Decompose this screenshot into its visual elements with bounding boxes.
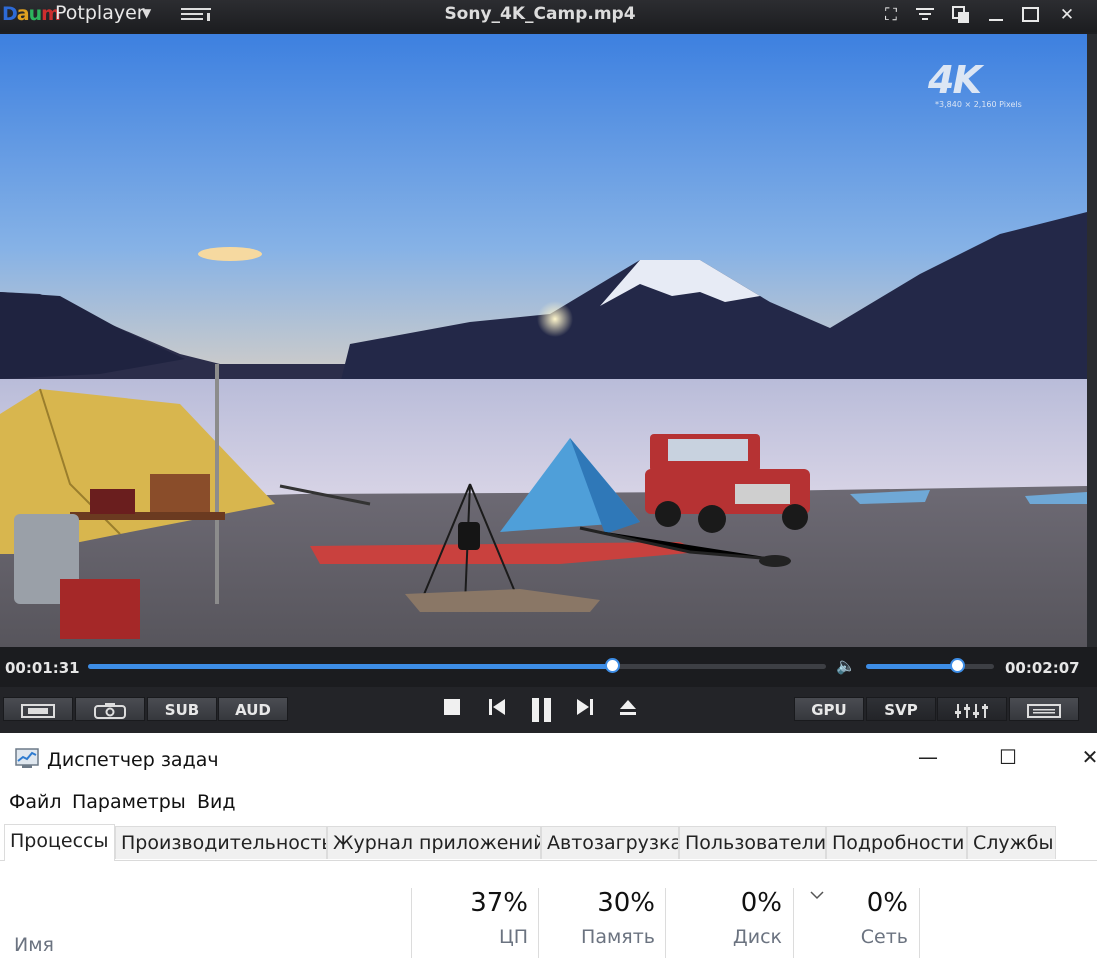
column-divider[interactable] — [919, 888, 920, 958]
tab-services[interactable]: Службы — [967, 826, 1056, 859]
volume-slider[interactable] — [866, 658, 994, 673]
audio-button[interactable]: AUD — [218, 697, 288, 721]
minimize-icon[interactable] — [985, 4, 1007, 26]
disk-percent: 0% — [740, 888, 782, 918]
network-percent: 0% — [866, 888, 908, 918]
svp-button[interactable]: SVP — [866, 697, 936, 721]
column-divider[interactable] — [411, 888, 412, 958]
subtitle-button[interactable]: SUB — [147, 697, 217, 721]
column-disk[interactable]: 0% Диск — [672, 888, 782, 948]
control-bar: SUB AUD GPU SVP — [0, 687, 1097, 733]
daum-logo: Daum — [2, 3, 61, 25]
seek-slider[interactable] — [88, 658, 826, 673]
column-name[interactable]: Имя — [14, 934, 54, 956]
filter-menu-icon[interactable] — [914, 4, 936, 26]
tab-details[interactable]: Подробности — [826, 826, 967, 859]
window-edge — [1087, 34, 1097, 647]
column-divider[interactable] — [538, 888, 539, 958]
video-frame[interactable] — [0, 34, 1087, 647]
app-menu-dropdown-icon[interactable]: ▼ — [142, 6, 151, 20]
column-network[interactable]: 0% Сеть — [800, 888, 908, 948]
next-icon[interactable] — [573, 698, 597, 720]
memory-label: Память — [581, 926, 655, 948]
pause-icon[interactable] — [530, 698, 554, 726]
tab-users[interactable]: Пользователи — [679, 826, 826, 859]
4k-badge: 4K — [928, 58, 982, 102]
close-icon[interactable]: ✕ — [1056, 4, 1078, 26]
menu-options[interactable]: Параметры — [72, 791, 186, 813]
playlist-button[interactable] — [1009, 697, 1079, 721]
maximize-icon[interactable]: ☐ — [993, 745, 1023, 769]
column-divider[interactable] — [793, 888, 794, 958]
tab-processes[interactable]: Процессы — [4, 824, 115, 861]
column-memory[interactable]: 30% Память — [545, 888, 655, 948]
app-name[interactable]: Potplayer — [55, 2, 145, 24]
tab-app-history[interactable]: Журнал приложений — [327, 826, 541, 859]
network-label: Сеть — [860, 926, 908, 948]
seek-bar-area: 00:01:31 🔈 00:02:07 — [0, 647, 1097, 687]
tab-performance[interactable]: Производительность — [115, 826, 327, 859]
window-title: Sony_4K_Camp.mp4 — [444, 4, 636, 24]
maximize-icon[interactable] — [1020, 4, 1042, 26]
column-divider[interactable] — [665, 888, 666, 958]
seek-progress-fill — [88, 664, 612, 669]
tab-bar: Процессы Производительность Журнал прило… — [0, 824, 1097, 861]
time-remaining[interactable]: 00:02:07 — [1005, 659, 1080, 677]
window-title: Диспетчер задач — [47, 749, 219, 771]
memory-percent: 30% — [597, 888, 655, 918]
gpu-button[interactable]: GPU — [794, 697, 864, 721]
eject-icon[interactable] — [616, 698, 640, 720]
disk-label: Диск — [732, 926, 782, 948]
menu-file[interactable]: Файл — [9, 791, 62, 813]
process-column-header: Имя 37% ЦП 30% Память 0% Диск 0% Сеть — [0, 860, 1097, 958]
cpu-label: ЦП — [498, 926, 528, 948]
stop-icon[interactable] — [440, 698, 464, 720]
volume-fill — [866, 664, 957, 669]
pin-window-icon[interactable] — [950, 4, 972, 26]
time-elapsed[interactable]: 00:01:31 — [5, 659, 80, 677]
fullscreen-icon[interactable]: ⛶ — [880, 4, 902, 26]
4k-caption: *3,840 × 2,160 Pixels — [935, 100, 1022, 109]
seek-handle[interactable] — [604, 658, 620, 673]
capture-button[interactable] — [75, 697, 145, 721]
tab-startup[interactable]: Автозагрузка — [541, 826, 679, 859]
volume-icon[interactable]: 🔈 — [836, 656, 856, 675]
playlist-icon[interactable] — [180, 6, 214, 24]
previous-icon[interactable] — [485, 698, 509, 720]
menu-view[interactable]: Вид — [197, 791, 236, 813]
task-manager-window: Диспетчер задач — ☐ ✕ Файл Параметры Вид… — [0, 733, 1097, 958]
column-cpu[interactable]: 37% ЦП — [420, 888, 528, 948]
potplayer-window: Daum Potplayer ▼ Sony_4K_Camp.mp4 ⛶ ✕ 4K… — [0, 0, 1097, 733]
volume-handle[interactable] — [949, 658, 965, 673]
close-icon[interactable]: ✕ — [1075, 745, 1097, 769]
aspect-ratio-button[interactable] — [3, 697, 73, 721]
potplayer-titlebar[interactable]: Daum Potplayer ▼ Sony_4K_Camp.mp4 ⛶ ✕ — [0, 0, 1097, 32]
equalizer-button[interactable] — [937, 697, 1007, 721]
cpu-percent: 37% — [470, 888, 528, 918]
minimize-icon[interactable]: — — [913, 745, 943, 769]
task-manager-icon — [15, 748, 39, 768]
